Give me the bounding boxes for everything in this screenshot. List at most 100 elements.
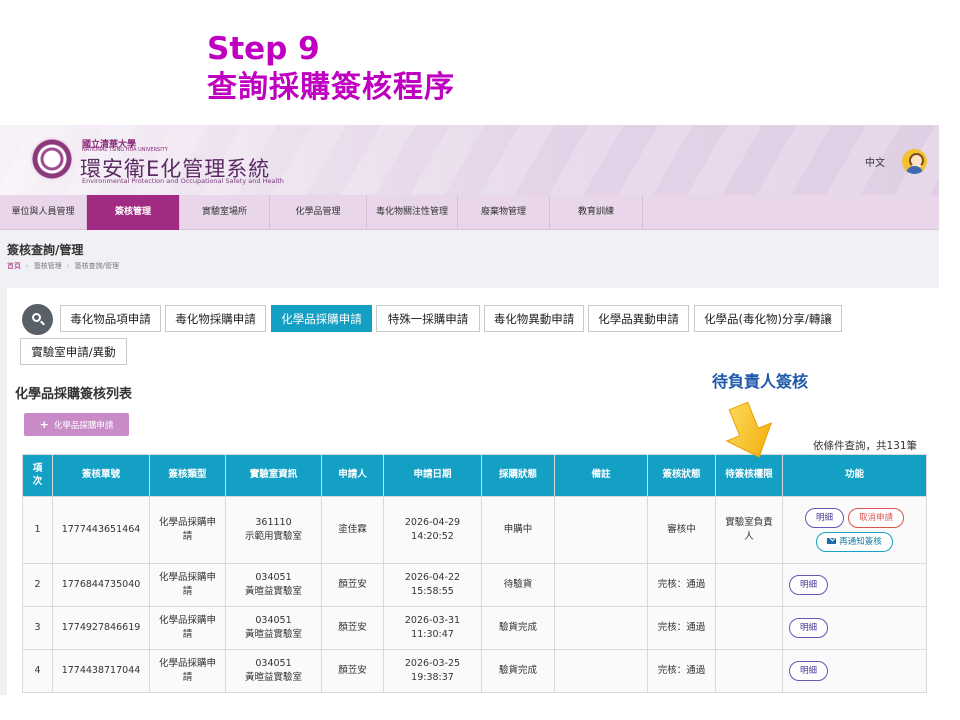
plus-icon: +: [39, 418, 49, 431]
cell-purchase-status: 驗貨完成: [481, 649, 555, 693]
detail-button[interactable]: 明細: [804, 508, 844, 528]
nav-item-signoff[interactable]: 簽核管理: [87, 195, 180, 230]
cell-sign-status: 完核：通過: [647, 606, 716, 650]
cell-sign-status: 完核：通過: [647, 563, 716, 607]
detail-button[interactable]: 明細: [789, 661, 829, 681]
cell-sign-status: 完核：通過: [647, 649, 716, 693]
cell-purchase-status: 待驗貨: [481, 563, 555, 607]
tab-chemical-change-request[interactable]: 化學品異動申請: [588, 305, 689, 332]
tab-toxic-change-request[interactable]: 毒化物異動申請: [484, 305, 584, 332]
nav-item-lab-sites[interactable]: 實驗室場所: [180, 195, 270, 230]
tab-special-purchase-request[interactable]: 特殊一採購申請: [376, 305, 480, 332]
col-header-applicant: 申請人: [321, 454, 384, 497]
table-row: 3 1774927846619 化學品採購申請 034051 黃暄益實驗室 顏苙安…: [22, 606, 927, 650]
cell-type: 化學品採購申請: [149, 649, 226, 693]
cell-lab-code: 034051: [255, 658, 292, 670]
cell-lab: 361110 示範用實驗室: [225, 496, 322, 564]
nav-item-chemicals[interactable]: 化學品管理: [270, 195, 367, 230]
cell-date-time: 11:30:47: [411, 629, 454, 640]
cell-id: 1777443651464: [52, 496, 150, 564]
cell-no: 1: [22, 496, 53, 564]
cell-actions: 明細: [782, 606, 927, 650]
cell-date-time: 19:38:37: [411, 672, 454, 683]
renotify-signoff-button[interactable]: 再通知簽核: [816, 532, 893, 552]
signoff-table: 項次 簽核單號 簽核類型 實驗室資訊 申請人 申請日期 採購狀態 備註 簽核狀態…: [22, 454, 927, 693]
cell-lab-name: 示範用實驗室: [244, 531, 302, 542]
page-header: 簽核查詢/管理 首頁 › 簽核管理 › 簽核查詢/管理: [0, 231, 939, 287]
cell-lab-name: 黃暄益實驗室: [244, 586, 302, 597]
step-label: Step 9: [207, 31, 320, 67]
cell-lab: 034051 黃暄益實驗室: [225, 563, 322, 607]
university-seal-logo[interactable]: [30, 137, 74, 181]
cell-type: 化學品採購申請: [149, 563, 226, 607]
main-nav: 單位與人員管理 簽核管理 實驗室場所 化學品管理 毒化物關注性管理 廢棄物管理 …: [0, 195, 939, 230]
col-header-type: 簽核類型: [149, 454, 226, 497]
tab-chemical-purchase-request[interactable]: 化學品採購申請: [271, 305, 372, 332]
add-chemical-purchase-button[interactable]: + 化學品採購申請: [24, 413, 129, 436]
cell-date: 2026-04-22 15:58:55: [383, 563, 482, 607]
breadcrumb-home[interactable]: 首頁: [7, 262, 21, 270]
cancel-request-button[interactable]: 取消申請: [848, 508, 905, 528]
tab-lab-request-change[interactable]: 實驗室申請/異動: [20, 338, 127, 365]
cell-applicant: 顏苙安: [321, 649, 384, 693]
col-header-lab: 實驗室資訊: [225, 454, 322, 497]
cell-note: [554, 606, 648, 650]
cell-actions: 明細 取消申請 再通知簽核: [782, 496, 927, 564]
cell-pending-role: [715, 563, 783, 607]
nav-item-training[interactable]: 教育訓練: [550, 195, 643, 230]
slide-title: Step 9 查詢採購簽核程序: [207, 30, 455, 106]
app-window: 國立清華大學 NATIONAL TSING HUA UNIVERSITY 環安衛…: [0, 125, 939, 695]
cell-lab-code: 034051: [255, 615, 292, 627]
cell-pending-role: [715, 649, 783, 693]
tab-chemical-share-transfer[interactable]: 化學品(毒化物)分享/轉讓: [694, 305, 842, 332]
col-header-id: 簽核單號: [52, 454, 150, 497]
cell-type: 化學品採購申請: [149, 606, 226, 650]
page-title: 簽核查詢/管理: [7, 243, 84, 257]
cell-date-day: 2026-03-25: [404, 658, 461, 670]
cell-date-time: 15:58:55: [411, 586, 454, 597]
system-name-en: Environmental Protection and Occupationa…: [82, 177, 284, 185]
cell-purchase-status: 驗貨完成: [481, 606, 555, 650]
cell-lab-name: 黃暄益實驗室: [244, 629, 302, 640]
cell-pending-role: [715, 606, 783, 650]
tab-toxic-purchase-request[interactable]: 毒化物採購申請: [165, 305, 266, 332]
col-header-no: 項次: [22, 454, 53, 497]
tab-toxic-item-request[interactable]: 毒化物品項申請: [60, 305, 161, 332]
detail-button[interactable]: 明細: [789, 618, 829, 638]
cell-date: 2026-04-29 14:20:52: [383, 496, 482, 564]
annotation-label: 待負責人簽核: [712, 372, 809, 391]
breadcrumb-separator-icon: ›: [66, 262, 70, 270]
content-card: 毒化物品項申請 毒化物採購申請 化學品採購申請 特殊一採購申請 毒化物異動申請 …: [7, 288, 939, 695]
cell-sign-status: 審核中: [647, 496, 716, 564]
cell-date: 2026-03-31 11:30:47: [383, 606, 482, 650]
cell-lab-code: 034051: [255, 572, 292, 584]
table-header-row: 項次 簽核單號 簽核類型 實驗室資訊 申請人 申請日期 採購狀態 備註 簽核狀態…: [22, 454, 927, 497]
nav-item-waste[interactable]: 廢棄物管理: [458, 195, 550, 230]
user-avatar-icon[interactable]: [902, 149, 927, 174]
search-button[interactable]: [22, 304, 53, 335]
breadcrumb-signoff[interactable]: 簽核管理: [34, 262, 62, 270]
cell-applicant: 顏苙安: [321, 563, 384, 607]
cell-actions: 明細: [782, 563, 927, 607]
breadcrumb: 首頁 › 簽核管理 › 簽核查詢/管理: [7, 261, 119, 271]
cell-applicant: 塗佳霖: [321, 496, 384, 564]
cell-no: 2: [22, 563, 53, 607]
nav-item-toxic-chemicals[interactable]: 毒化物關注性管理: [367, 195, 458, 230]
nav-item-unit-personnel[interactable]: 單位與人員管理: [0, 195, 87, 230]
step-subtitle: 查詢採購簽核程序: [207, 69, 455, 105]
cell-date-day: 2026-03-31: [404, 615, 461, 627]
cell-lab-name: 黃暄益實驗室: [244, 672, 302, 683]
mail-icon: [827, 538, 837, 544]
cell-lab: 034051 黃暄益實驗室: [225, 606, 322, 650]
list-title: 化學品採購簽核列表: [15, 387, 133, 402]
cell-date-day: 2026-04-29: [404, 517, 461, 529]
detail-button[interactable]: 明細: [789, 575, 829, 595]
result-count: 依條件查詢，共131筆: [813, 440, 918, 452]
cell-date-day: 2026-04-22: [404, 572, 461, 584]
table-row: 4 1774438717044 化學品採購申請 034051 黃暄益實驗室 顏苙安…: [22, 649, 927, 693]
language-switch[interactable]: 中文: [865, 154, 885, 169]
table-row: 1 1777443651464 化學品採購申請 361110 示範用實驗室 塗佳霖…: [22, 496, 927, 564]
renotify-label: 再通知簽核: [839, 537, 882, 547]
cell-note: [554, 563, 648, 607]
cell-id: 1774438717044: [52, 649, 150, 693]
